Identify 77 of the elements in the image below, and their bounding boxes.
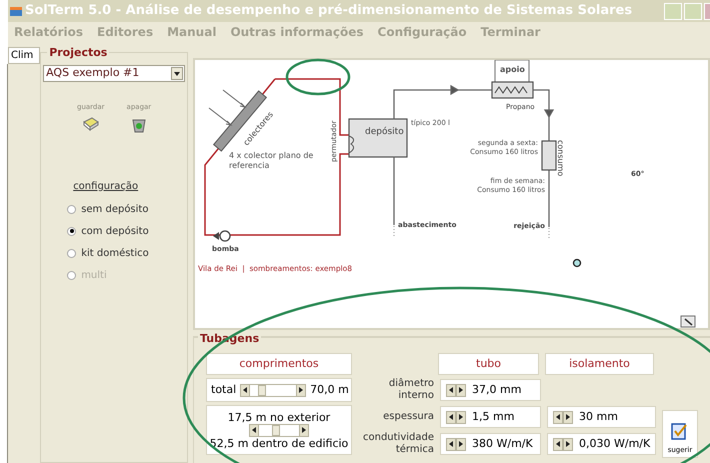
radio-option[interactable]: sem depósito <box>67 202 149 216</box>
step-right-button[interactable] <box>296 384 306 396</box>
radio-button[interactable] <box>67 226 76 236</box>
triangle-right-icon <box>459 441 463 447</box>
collector-note: 4 x colector plano de referencia <box>229 151 314 170</box>
stepper-field[interactable]: 1,5 mm <box>440 406 541 428</box>
pump-drawing <box>213 230 231 242</box>
slider-thumb[interactable] <box>272 424 280 436</box>
slider-thumb[interactable] <box>258 384 266 396</box>
step-left-button[interactable] <box>553 438 563 450</box>
rejection-dotted-line <box>548 228 550 238</box>
window-title: SolTerm 5.0 - Análise de desempenho e pré-dimensionamento de Sistemas Solares <box>25 2 632 20</box>
tank-box <box>348 118 408 158</box>
tool-icon[interactable] <box>680 316 696 328</box>
total-label: total <box>211 382 236 398</box>
radio-button[interactable] <box>67 204 76 214</box>
stepper-value: 0,030 W/m/K <box>579 436 650 452</box>
step-left-button[interactable] <box>446 384 456 396</box>
radio-option[interactable]: com depósito <box>67 224 149 238</box>
step-left-button[interactable] <box>553 410 563 424</box>
triangle-right-icon <box>302 427 306 433</box>
exterior-length: 17,5 m no exterior <box>228 410 330 424</box>
configuration-title: configuração <box>73 180 138 194</box>
consumption-label: consumo <box>556 140 565 176</box>
annotation-ellipse <box>286 58 350 96</box>
step-right-button[interactable] <box>456 384 466 396</box>
project-dropdown[interactable]: AQS exemplo #1 <box>43 65 186 82</box>
triangle-right-icon <box>459 387 463 393</box>
side-tab[interactable]: Clim <box>8 47 40 64</box>
stepper-value: 37,0 mm <box>472 382 522 398</box>
step-right-button[interactable] <box>456 438 466 450</box>
stepper-field[interactable]: 37,0 mm <box>440 379 541 401</box>
triangle-right-icon <box>459 414 463 420</box>
stepper-field[interactable]: 0,030 W/m/K <box>547 433 656 455</box>
tank-label: depósito <box>365 127 404 137</box>
row-label: espessura <box>382 411 434 423</box>
radio-button[interactable] <box>67 248 76 258</box>
stepper-value: 30 mm <box>579 408 618 425</box>
step-left-button[interactable] <box>446 438 456 450</box>
marker-dot[interactable] <box>572 258 582 268</box>
column-header: isolamento <box>545 353 654 375</box>
triangle-left-icon <box>556 414 560 420</box>
triangle-left-icon <box>449 414 453 420</box>
box-icon <box>82 116 99 130</box>
backup-label: apoio <box>500 65 525 74</box>
triangle-left-icon <box>252 427 256 433</box>
triangle-right-icon <box>299 387 304 393</box>
column-header: tubo <box>438 353 539 375</box>
stepper-value: 380 W/m/K <box>472 436 533 452</box>
triangle-right-icon <box>566 441 570 447</box>
recycle-bin-icon <box>132 116 146 132</box>
radio-option[interactable]: kit doméstico <box>67 246 149 260</box>
step-right-button[interactable] <box>563 438 573 450</box>
row-label: condutividade térmica <box>362 432 434 456</box>
row-label: diâmetro interno <box>388 378 434 402</box>
coil-drawing <box>348 136 354 154</box>
step-right-button[interactable] <box>456 410 466 424</box>
caret-icon <box>174 72 180 76</box>
step-left-button[interactable] <box>249 424 259 436</box>
stepper-field[interactable]: 30 mm <box>547 406 656 428</box>
triangle-left-icon <box>556 441 560 447</box>
step-right-button[interactable] <box>563 410 573 424</box>
stepper-value: 1,5 mm <box>472 408 514 425</box>
step-left-button[interactable] <box>240 384 250 396</box>
stepper-field[interactable]: 380 W/m/K <box>440 433 541 455</box>
triangle-left-icon <box>449 441 453 447</box>
app-icon <box>10 5 22 17</box>
triangle-right-icon <box>566 414 570 420</box>
step-left-button[interactable] <box>446 410 456 424</box>
step-right-button[interactable] <box>299 424 309 436</box>
panel-title: Projectos <box>47 45 110 62</box>
triangle-left-icon <box>449 387 453 393</box>
total-value: 70,0 m <box>310 382 349 398</box>
heater-drawing <box>491 81 534 99</box>
consumption-box <box>541 140 557 171</box>
triangle-left-icon <box>243 387 248 393</box>
column-header: comprimentos <box>206 353 352 375</box>
